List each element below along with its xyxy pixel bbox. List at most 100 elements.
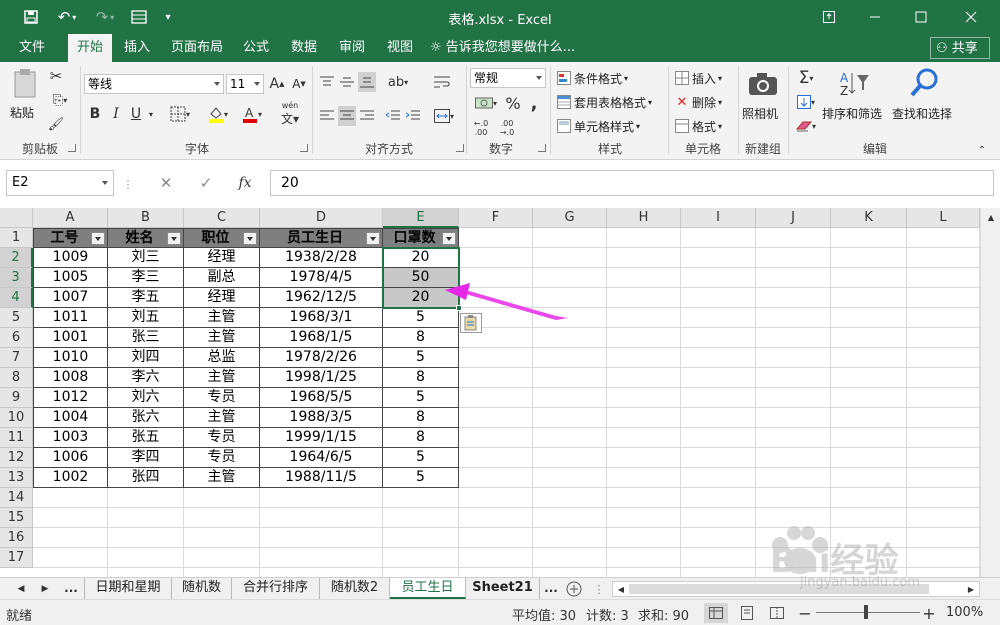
table-cell[interactable]: 刘三 bbox=[108, 248, 184, 268]
insert-cells-button[interactable]: 插入 ▾ bbox=[674, 68, 722, 88]
table-cell[interactable]: 1998/1/25 bbox=[260, 368, 383, 388]
table-cell[interactable]: 8 bbox=[383, 368, 459, 388]
scroll-left-icon[interactable]: ◀ bbox=[615, 583, 627, 595]
shrink-font-icon[interactable]: A ▼ bbox=[290, 74, 308, 94]
table-cell[interactable]: 刘四 bbox=[108, 348, 184, 368]
italic-button[interactable]: I bbox=[108, 104, 124, 124]
prev-sheet-icon[interactable]: ◀ bbox=[14, 581, 28, 597]
table-cell[interactable]: 1978/4/5 bbox=[260, 268, 383, 288]
wrap-text-icon[interactable] bbox=[432, 72, 452, 92]
table-cell[interactable]: 1012 bbox=[33, 388, 108, 408]
status-count[interactable]: 计数: 3 bbox=[586, 605, 629, 624]
table-cell[interactable]: 8 bbox=[383, 328, 459, 348]
maximize-icon[interactable] bbox=[898, 0, 944, 34]
horizontal-scrollbar[interactable]: ◀ ▶ bbox=[612, 581, 980, 597]
font-size-dropdown[interactable]: 11 bbox=[226, 74, 264, 94]
sheet-tab[interactable]: 随机数 bbox=[172, 578, 232, 599]
column-header-h[interactable]: H bbox=[607, 208, 681, 228]
column-header-d[interactable]: D bbox=[260, 208, 383, 228]
clipboard-launcher-icon[interactable] bbox=[68, 144, 76, 152]
tab-data[interactable]: 数据 bbox=[284, 34, 324, 62]
table-header-cell[interactable]: 员工生日 bbox=[260, 228, 383, 248]
conditional-formatting-button[interactable]: 条件格式 ▾ bbox=[556, 68, 628, 88]
table-cell[interactable]: 8 bbox=[383, 428, 459, 448]
table-cell[interactable]: 1964/6/5 bbox=[260, 448, 383, 468]
tab-insert[interactable]: 插入 bbox=[116, 34, 158, 62]
table-cell[interactable]: 主管 bbox=[184, 368, 260, 388]
table-cell[interactable]: 5 bbox=[383, 388, 459, 408]
row-header[interactable]: 13 bbox=[0, 468, 33, 488]
align-left-icon[interactable] bbox=[318, 106, 336, 126]
table-cell[interactable]: 主管 bbox=[184, 408, 260, 428]
table-header-cell[interactable]: 姓名 bbox=[108, 228, 184, 248]
column-header-i[interactable]: I bbox=[681, 208, 756, 228]
more-sheets-right[interactable]: ... bbox=[542, 579, 560, 597]
table-cell[interactable]: 8 bbox=[383, 408, 459, 428]
column-header-a[interactable]: A bbox=[33, 208, 108, 228]
share-button[interactable]: ⚇ 共享 bbox=[930, 37, 990, 59]
row-header[interactable]: 3 bbox=[0, 268, 33, 288]
tab-formulas[interactable]: 公式 bbox=[236, 34, 276, 62]
borders-icon[interactable]: ▾ bbox=[166, 104, 194, 124]
filter-dropdown-icon[interactable] bbox=[243, 232, 257, 245]
row-header[interactable]: 4 bbox=[0, 288, 33, 308]
grow-font-icon[interactable]: A ▲ bbox=[268, 74, 286, 94]
table-cell[interactable]: 1009 bbox=[33, 248, 108, 268]
filter-dropdown-icon[interactable] bbox=[167, 232, 181, 245]
table-cell[interactable]: 5 bbox=[383, 348, 459, 368]
horizontal-scroll-thumb[interactable] bbox=[629, 584, 929, 594]
underline-button[interactable]: U bbox=[128, 104, 144, 124]
status-sum[interactable]: 求和: 90 bbox=[638, 605, 689, 624]
decrease-decimal-icon[interactable]: .00 →.0 bbox=[496, 118, 518, 138]
table-cell[interactable]: 50 bbox=[383, 268, 459, 288]
zoom-level[interactable]: 100% bbox=[946, 605, 983, 620]
page-layout-view-icon[interactable] bbox=[736, 603, 758, 623]
table-cell[interactable]: 1938/2/28 bbox=[260, 248, 383, 268]
sort-filter-button[interactable]: 排序和筛选 bbox=[822, 104, 882, 122]
row-header[interactable]: 17 bbox=[0, 548, 33, 568]
collapse-ribbon-icon[interactable]: ⌃ bbox=[974, 144, 990, 156]
clear-icon[interactable]: ▾ bbox=[792, 116, 820, 136]
table-cell[interactable]: 张五 bbox=[108, 428, 184, 448]
align-bottom-icon[interactable] bbox=[358, 72, 376, 92]
table-cell[interactable]: 1005 bbox=[33, 268, 108, 288]
table-cell[interactable]: 专员 bbox=[184, 428, 260, 448]
camera-icon[interactable] bbox=[746, 68, 780, 100]
more-sheets-left[interactable]: ... bbox=[62, 579, 80, 597]
align-right-icon[interactable] bbox=[358, 106, 376, 126]
table-cell[interactable]: 专员 bbox=[184, 448, 260, 468]
row-header[interactable]: 5 bbox=[0, 308, 33, 328]
table-cell[interactable]: 李五 bbox=[108, 288, 184, 308]
sheet-tab[interactable]: 随机数2 bbox=[320, 578, 390, 599]
orientation-icon[interactable]: ab ▾ bbox=[384, 72, 412, 92]
tell-me-box[interactable]: ☼ 告诉我您想要做什么... bbox=[430, 34, 575, 62]
number-launcher-icon[interactable] bbox=[538, 144, 546, 152]
enter-formula-icon[interactable]: ✓ bbox=[196, 173, 216, 193]
zoom-out-icon[interactable]: − bbox=[798, 603, 812, 623]
table-cell[interactable]: 1968/1/5 bbox=[260, 328, 383, 348]
paste-icon[interactable] bbox=[10, 66, 40, 100]
sheet-tab[interactable]: Sheet21 bbox=[466, 578, 540, 599]
autosum-icon[interactable]: Σ ▾ bbox=[792, 68, 820, 88]
table-cell[interactable]: 刘五 bbox=[108, 308, 184, 328]
table-cell[interactable]: 1962/12/5 bbox=[260, 288, 383, 308]
row-header[interactable]: 10 bbox=[0, 408, 33, 428]
row-header[interactable]: 6 bbox=[0, 328, 33, 348]
decrease-indent-icon[interactable] bbox=[384, 106, 402, 126]
increase-indent-icon[interactable] bbox=[404, 106, 422, 126]
table-cell[interactable]: 1011 bbox=[33, 308, 108, 328]
table-cell[interactable]: 1004 bbox=[33, 408, 108, 428]
table-cell[interactable]: 1968/5/5 bbox=[260, 388, 383, 408]
name-box[interactable]: E2 bbox=[6, 170, 114, 196]
table-cell[interactable]: 经理 bbox=[184, 288, 260, 308]
sheet-tab[interactable]: 日期和星期 bbox=[84, 578, 172, 599]
sheet-tab[interactable]: 合并行排序 bbox=[232, 578, 320, 599]
next-sheet-icon[interactable]: ▶ bbox=[38, 581, 52, 597]
table-cell[interactable]: 李六 bbox=[108, 368, 184, 388]
new-sheet-icon[interactable] bbox=[564, 579, 584, 599]
paste-button[interactable]: 粘贴 bbox=[10, 104, 34, 120]
cell-styles-button[interactable]: 单元格样式 ▾ bbox=[556, 116, 640, 136]
table-header-cell[interactable]: 口罩数 bbox=[383, 228, 459, 248]
number-format-dropdown[interactable]: 常规 bbox=[470, 68, 546, 88]
column-header-g[interactable]: G bbox=[533, 208, 607, 228]
